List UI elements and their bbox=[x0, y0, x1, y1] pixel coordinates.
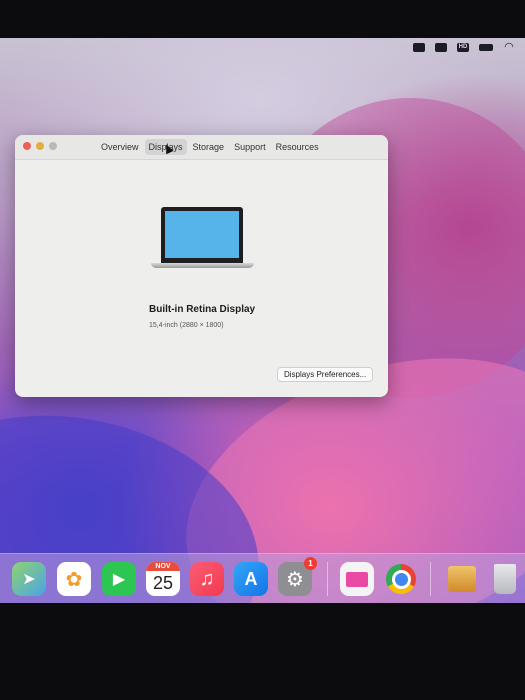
tab-bar: Overview Displays Storage Support Resour… bbox=[97, 139, 323, 155]
monitor-app-icon[interactable] bbox=[340, 562, 374, 596]
laptop-display-icon bbox=[151, 207, 254, 271]
wifi-icon[interactable]: ◠ bbox=[503, 41, 515, 52]
tab-storage[interactable]: Storage bbox=[189, 139, 229, 155]
calendar-day: 25 bbox=[152, 573, 174, 593]
title-bar: Overview Displays Storage Support Resour… bbox=[15, 135, 388, 160]
calendar-month: NOV bbox=[146, 562, 180, 571]
text-input-icon[interactable] bbox=[413, 42, 425, 52]
about-this-mac-window: Overview Displays Storage Support Resour… bbox=[15, 135, 388, 397]
photos-app-icon[interactable]: ✿ bbox=[57, 562, 91, 596]
screen-mirroring-icon[interactable] bbox=[435, 42, 447, 52]
battery-icon[interactable] bbox=[479, 43, 493, 51]
laptop-lid bbox=[161, 207, 243, 263]
calendar-app-icon[interactable]: NOV 25 bbox=[146, 562, 180, 596]
window-controls bbox=[23, 142, 57, 150]
maps-app-icon[interactable]: ➤ bbox=[12, 562, 46, 596]
dock: ➤ ✿ ▶ NOV 25 ♫ A ⚙ 1 bbox=[0, 553, 525, 603]
displays-preferences-button[interactable]: Displays Preferences... bbox=[277, 367, 374, 382]
zoom-button[interactable] bbox=[49, 142, 57, 150]
minimize-button[interactable] bbox=[36, 142, 44, 150]
chrome-app-icon[interactable] bbox=[384, 562, 418, 596]
installer-package-icon[interactable] bbox=[445, 562, 479, 596]
tab-support[interactable]: Support bbox=[230, 139, 270, 155]
desktop: HD ◠ Overview Displays Storage Support R… bbox=[0, 38, 525, 603]
dock-divider bbox=[327, 562, 328, 596]
laptop-screen bbox=[165, 211, 239, 258]
music-app-icon[interactable]: ♫ bbox=[190, 562, 224, 596]
system-preferences-icon[interactable]: ⚙ 1 bbox=[278, 557, 317, 596]
hd-badge-icon[interactable]: HD bbox=[457, 42, 469, 52]
close-button[interactable] bbox=[23, 142, 31, 150]
app-store-icon[interactable]: A bbox=[234, 562, 268, 596]
tab-resources[interactable]: Resources bbox=[272, 139, 323, 155]
notification-badge: 1 bbox=[304, 557, 317, 570]
facetime-app-icon[interactable]: ▶ bbox=[102, 562, 136, 596]
dock-divider bbox=[430, 562, 431, 596]
display-name: Built-in Retina Display bbox=[149, 304, 256, 315]
menu-bar: HD ◠ bbox=[0, 38, 525, 56]
trash-icon[interactable] bbox=[488, 562, 522, 596]
laptop-base bbox=[151, 263, 254, 268]
display-spec: 15,4-inch (2880 × 1800) bbox=[149, 322, 224, 329]
tab-overview[interactable]: Overview bbox=[97, 139, 143, 155]
